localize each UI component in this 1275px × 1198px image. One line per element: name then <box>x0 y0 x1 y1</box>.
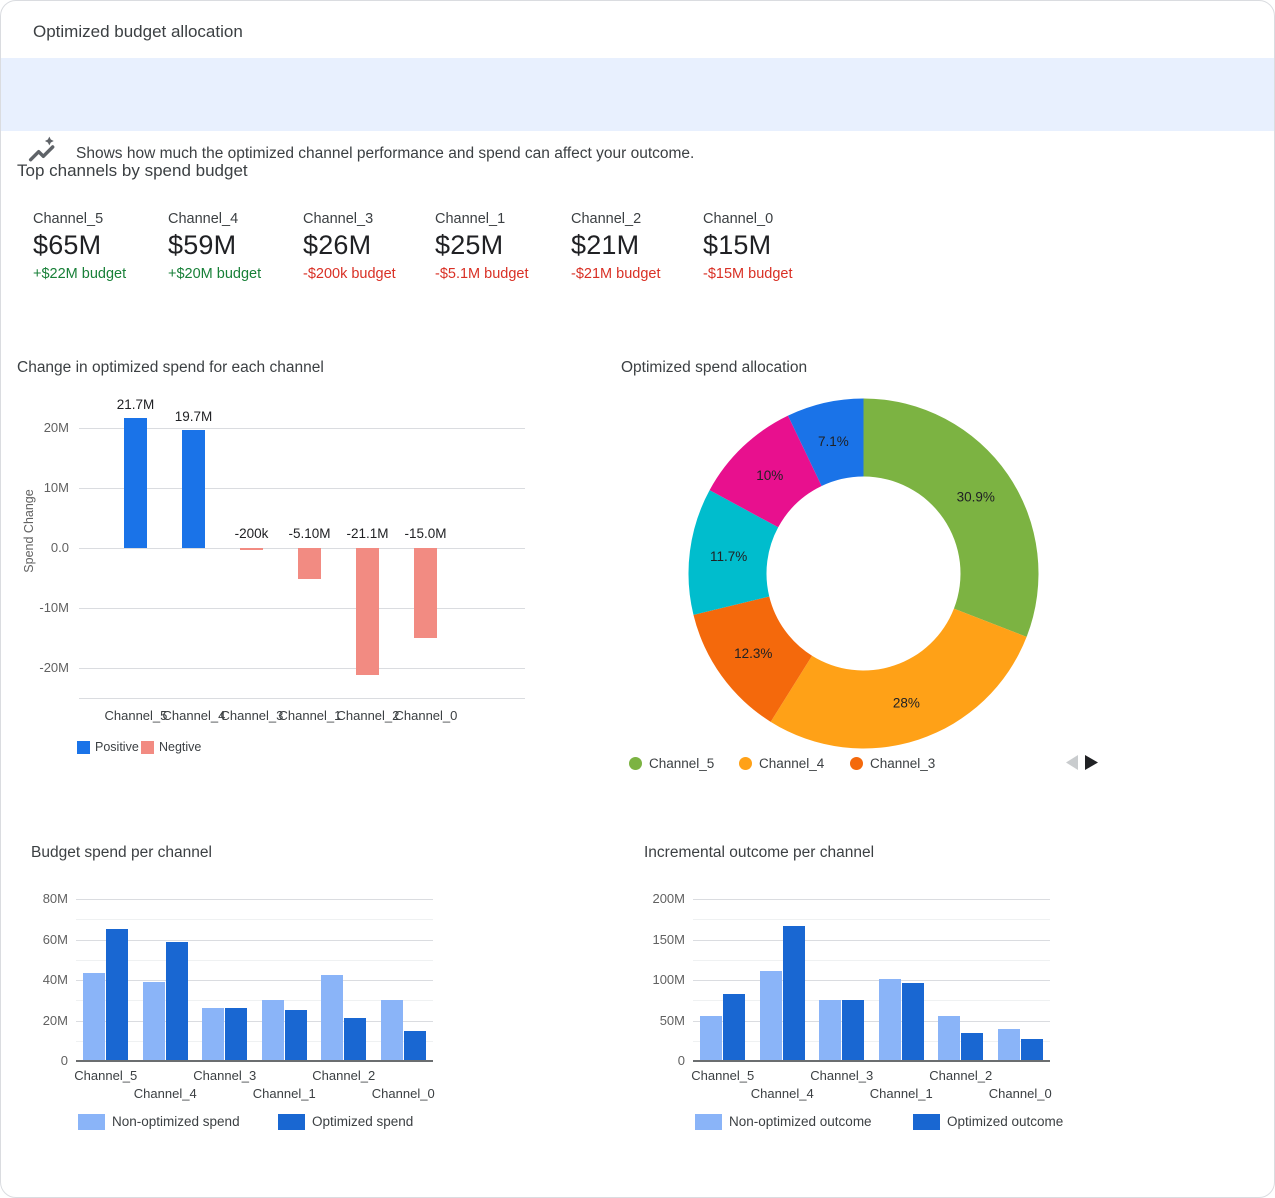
x-axis-category-label: Channel_0 <box>975 1086 1065 1101</box>
bar-optimized-Channel_1[interactable] <box>902 983 924 1061</box>
bar-non-optimized-Channel_2[interactable] <box>938 1016 960 1061</box>
legend-item-label: Non-optimized outcome <box>729 1114 872 1129</box>
x-axis-line <box>693 1060 1050 1062</box>
legend-item-label: Optimized outcome <box>947 1114 1063 1129</box>
incremental-outcome-chart: 0 50M 100M 150M 200M Channel_5 Channel_4 Channe… <box>1 1 1274 1197</box>
x-axis-category-label: Channel_2 <box>916 1068 1006 1083</box>
x-axis-category-label: Channel_5 <box>678 1068 768 1083</box>
gridline <box>693 940 1050 941</box>
bar-optimized-Channel_4[interactable] <box>783 926 805 1061</box>
bar-non-optimized-Channel_1[interactable] <box>879 979 901 1061</box>
gridline-minor <box>693 919 1050 920</box>
x-axis-category-label: Channel_4 <box>737 1086 827 1101</box>
gridline <box>693 980 1050 981</box>
gridline <box>693 1021 1050 1022</box>
gridline-minor <box>693 960 1050 961</box>
bar-optimized-Channel_5[interactable] <box>723 994 745 1061</box>
bar-optimized-Channel_3[interactable] <box>842 1000 864 1061</box>
legend-swatch-optimized-outcome <box>913 1114 940 1130</box>
y-axis-tick-label: 50M <box>637 1013 685 1028</box>
optimized-budget-allocation-card: Optimized budget allocation Shows how mu… <box>0 0 1275 1198</box>
y-axis-tick-label: 100M <box>637 972 685 987</box>
bar-optimized-Channel_0[interactable] <box>1021 1039 1043 1061</box>
x-axis-category-label: Channel_3 <box>797 1068 887 1083</box>
bar-optimized-Channel_2[interactable] <box>961 1033 983 1061</box>
y-axis-tick-label: 0 <box>637 1053 685 1068</box>
y-axis-tick-label: 200M <box>637 891 685 906</box>
bar-non-optimized-Channel_5[interactable] <box>700 1016 722 1061</box>
gridline <box>693 899 1050 900</box>
bar-non-optimized-Channel_0[interactable] <box>998 1029 1020 1061</box>
bar-non-optimized-Channel_3[interactable] <box>819 1000 841 1061</box>
x-axis-category-label: Channel_1 <box>856 1086 946 1101</box>
legend-swatch-non-optimized-outcome <box>695 1114 722 1130</box>
bar-non-optimized-Channel_4[interactable] <box>760 971 782 1061</box>
gridline-minor <box>693 1041 1050 1042</box>
gridline-minor <box>693 1000 1050 1001</box>
y-axis-tick-label: 150M <box>637 932 685 947</box>
